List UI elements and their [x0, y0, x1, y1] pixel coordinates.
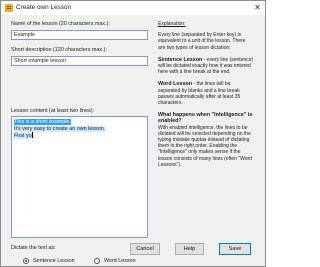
word-lesson-help-title: Word Lesson	[158, 81, 193, 88]
word-lesson-label[interactable]: Word Lesson	[104, 258, 136, 264]
lesson-content-label: Lesson content (at least two lines):	[11, 108, 94, 114]
create-lesson-dialog: Create own Lesson ✕ Name of the lesson (…	[0, 0, 266, 267]
intelligence-help-text: With enabled intelligence, the lines to …	[158, 124, 252, 168]
close-icon[interactable]: ✕	[251, 2, 264, 13]
text-caret	[32, 132, 34, 139]
word-lesson-help: Word Lesson - the lines will be separate…	[158, 81, 254, 106]
lesson-name-input[interactable]: Example	[11, 30, 148, 40]
title-bar: Create own Lesson ✕	[1, 1, 265, 15]
sentence-lesson-help-title: Sentence Lesson	[158, 56, 203, 63]
content-line-1: This is a short example.	[14, 119, 71, 125]
cancel-button[interactable]: Cancel	[130, 243, 160, 255]
dictate-label: Dictate the text as:	[11, 245, 56, 251]
content-line-2: It's very easy to create an own lesson.	[14, 125, 106, 132]
short-description-label: Short description (120 characters max.):	[11, 47, 107, 53]
app-icon	[5, 4, 13, 12]
word-lesson-radio[interactable]	[94, 258, 100, 264]
explanation-intro: Every line (separated by Enter key) is e…	[158, 32, 246, 51]
save-button[interactable]: Save	[219, 243, 251, 255]
lesson-content-textarea[interactable]: This is a short example. It's very easy …	[11, 116, 148, 238]
content-line-3: First yo	[14, 133, 32, 140]
intelligence-help-title: What happens when "Intelligence" is enab…	[158, 112, 253, 125]
help-button[interactable]: Help	[175, 243, 204, 255]
window-title: Create own Lesson	[16, 4, 72, 11]
short-description-input[interactable]: Short example lesson	[11, 56, 148, 66]
sentence-lesson-label[interactable]: Sentence Lesson	[33, 258, 75, 264]
intelligence-help-title-wrap: What happens when "Intelligence" is enab…	[158, 112, 254, 124]
sentence-lesson-help: Sentence Lesson - every line (sentence) …	[158, 57, 254, 76]
explanation-panel: Explanation: Every line (separated by En…	[158, 21, 254, 239]
lesson-name-label: Name of the lesson (20 characters max.):	[11, 21, 110, 27]
sentence-lesson-radio[interactable]	[23, 258, 29, 264]
explanation-heading: Explanation:	[158, 21, 186, 27]
